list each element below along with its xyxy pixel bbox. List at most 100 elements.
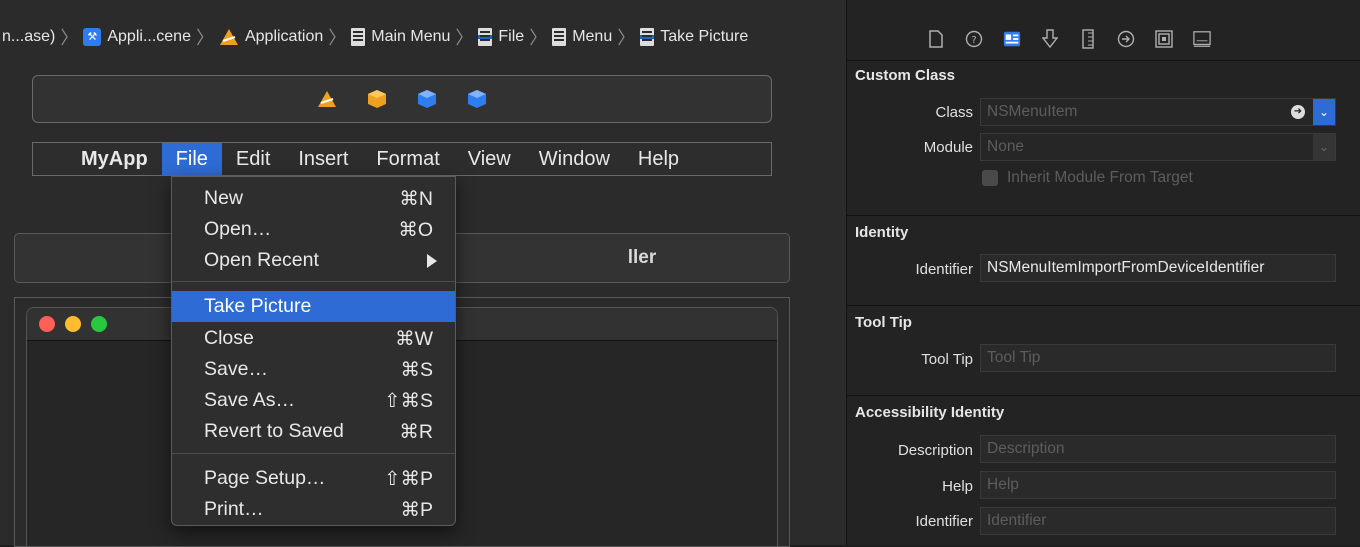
object-icon[interactable] — [467, 89, 487, 109]
menu-label: Edit — [235, 147, 271, 170]
menu-separator — [172, 453, 455, 454]
breadcrumb-item-file[interactable]: File — [478, 28, 524, 46]
breadcrumb-label: Menu — [572, 28, 613, 45]
menu-file[interactable]: File — [161, 143, 222, 175]
class-label: Class — [935, 104, 973, 121]
menu-edit[interactable]: Edit — [222, 143, 284, 175]
menu-window[interactable]: Window — [525, 143, 624, 175]
close-button[interactable] — [39, 316, 55, 332]
zoom-button[interactable] — [91, 316, 107, 332]
identity-icon[interactable] — [1003, 29, 1021, 49]
breadcrumb-label: Application — [244, 28, 324, 45]
accessibility-identifier-placeholder: Identifier — [987, 512, 1047, 529]
svg-text:?: ? — [971, 35, 976, 46]
app-delegate-icon[interactable] — [417, 89, 437, 109]
menu-item-label: Open… — [204, 218, 272, 240]
menu-format[interactable]: Format — [362, 143, 453, 175]
menu-item-page-setup[interactable]: Page Setup… ⇧⌘P — [172, 463, 455, 494]
inherit-module-checkbox[interactable] — [982, 170, 998, 186]
breadcrumb-item-menu[interactable]: Menu — [552, 28, 612, 46]
menu-item-new[interactable]: New ⌘N — [172, 183, 455, 214]
menu-item-label: Save… — [204, 358, 268, 380]
chevron-down-icon[interactable]: ⌄ — [1313, 134, 1335, 160]
module-value: None — [987, 138, 1025, 155]
menu-item-label: Print… — [204, 498, 264, 520]
menu-item-shortcut: ⇧⌘S — [384, 389, 433, 412]
go-arrow-icon[interactable]: ➜ — [1291, 105, 1305, 119]
menu-label: File — [175, 147, 208, 170]
menu-item-close[interactable]: Close ⌘W — [172, 323, 455, 354]
chevron-down-icon[interactable]: ⌄ — [1313, 99, 1335, 125]
application-icon[interactable] — [317, 89, 337, 109]
menu-item-take-picture[interactable]: Take Picture — [172, 291, 455, 322]
section-divider — [847, 60, 1360, 61]
help-field[interactable]: Help — [980, 471, 1336, 499]
scene-dock — [32, 75, 772, 123]
minimize-button[interactable] — [65, 316, 81, 332]
menu-item-shortcut: ⌘S — [400, 358, 433, 381]
breadcrumb-item-app-scene[interactable]: ⚒ Appli...cene — [83, 28, 191, 46]
menu-item-shortcut: ⌘O — [398, 218, 433, 241]
menu-item-shortcut: ⌘R — [399, 420, 433, 443]
menu-label: Help — [637, 147, 680, 170]
menu-item-label: Save As… — [204, 389, 296, 411]
effects-icon[interactable] — [1193, 29, 1211, 49]
menu-item-save-as[interactable]: Save As… ⇧⌘S — [172, 385, 455, 416]
menu-help[interactable]: Help — [624, 143, 693, 175]
accessibility-identifier-label: Identifier — [915, 513, 973, 530]
menu-view[interactable]: View — [454, 143, 525, 175]
module-combobox[interactable]: None ⌄ — [980, 133, 1336, 161]
bindings-icon[interactable] — [1155, 29, 1173, 49]
tooltip-placeholder: Tool Tip — [987, 349, 1041, 366]
file-icon[interactable] — [927, 29, 945, 49]
file-menu-dropdown: New ⌘N Open… ⌘O Open Recent Take Picture… — [171, 176, 456, 526]
breadcrumb-label: Take Picture — [660, 28, 749, 45]
identifier-field[interactable]: NSMenuItemImportFromDeviceIdentifier — [980, 254, 1336, 282]
menu-icon — [351, 28, 366, 46]
attributes-icon[interactable] — [1041, 29, 1059, 49]
controller-label: ller — [627, 247, 657, 268]
help-placeholder: Help — [987, 476, 1019, 493]
section-title-tooltip: Tool Tip — [855, 314, 912, 331]
menu-label: Format — [376, 147, 440, 170]
menu-item-shortcut: ⌘N — [399, 187, 433, 210]
menu-myapp[interactable]: MyApp — [33, 143, 162, 175]
menu-item-open-recent[interactable]: Open Recent — [172, 245, 455, 276]
menu-item-label: Open Recent — [204, 249, 319, 271]
menu-label: View — [467, 147, 511, 170]
breadcrumb-label: File — [498, 28, 525, 45]
inherit-module-label: Inherit Module From Target — [1007, 169, 1193, 186]
class-value: NSMenuItem — [987, 103, 1078, 120]
inspector-toolbar: ? — [847, 17, 1360, 61]
breadcrumb-item-application[interactable]: Application — [219, 28, 323, 46]
menu-item-revert[interactable]: Revert to Saved ⌘R — [172, 416, 455, 447]
section-title-identity: Identity — [855, 224, 909, 241]
chevron-right-icon: 〉 — [328, 28, 347, 48]
menu-item-open[interactable]: Open… ⌘O — [172, 214, 455, 245]
menu-item-icon — [478, 28, 493, 46]
first-responder-icon[interactable] — [367, 89, 387, 109]
section-title-accessibility: Accessibility Identity — [855, 404, 1005, 421]
menu-item-shortcut: ⌘W — [395, 327, 433, 350]
menu-label: MyApp — [81, 147, 148, 170]
menu-item-save[interactable]: Save… ⌘S — [172, 354, 455, 385]
class-combobox[interactable]: NSMenuItem ➜ ⌄ — [980, 98, 1336, 126]
tooltip-field[interactable]: Tool Tip — [980, 344, 1336, 372]
tooltip-label: Tool Tip — [921, 351, 973, 368]
menu-item-shortcut: ⇧⌘P — [384, 467, 433, 490]
breadcrumb-label: Appli...cene — [107, 28, 191, 45]
breadcrumb-item-main-menu[interactable]: Main Menu — [351, 28, 450, 46]
breadcrumb-item-take-picture[interactable]: Take Picture — [640, 28, 748, 46]
menu-item-print[interactable]: Print… ⌘P — [172, 494, 455, 525]
description-field[interactable]: Description — [980, 435, 1336, 463]
help-icon[interactable]: ? — [965, 29, 983, 49]
connections-icon[interactable] — [1117, 29, 1135, 49]
accessibility-identifier-field[interactable]: Identifier — [980, 507, 1336, 535]
menu-item-label: Close — [204, 327, 254, 349]
description-label: Description — [897, 442, 973, 459]
menu-insert[interactable]: Insert — [284, 143, 362, 175]
application-icon — [219, 29, 238, 45]
section-title-custom-class: Custom Class — [855, 67, 956, 84]
size-icon[interactable] — [1079, 29, 1097, 49]
breadcrumb-item-base[interactable]: n...ase) — [2, 28, 55, 46]
